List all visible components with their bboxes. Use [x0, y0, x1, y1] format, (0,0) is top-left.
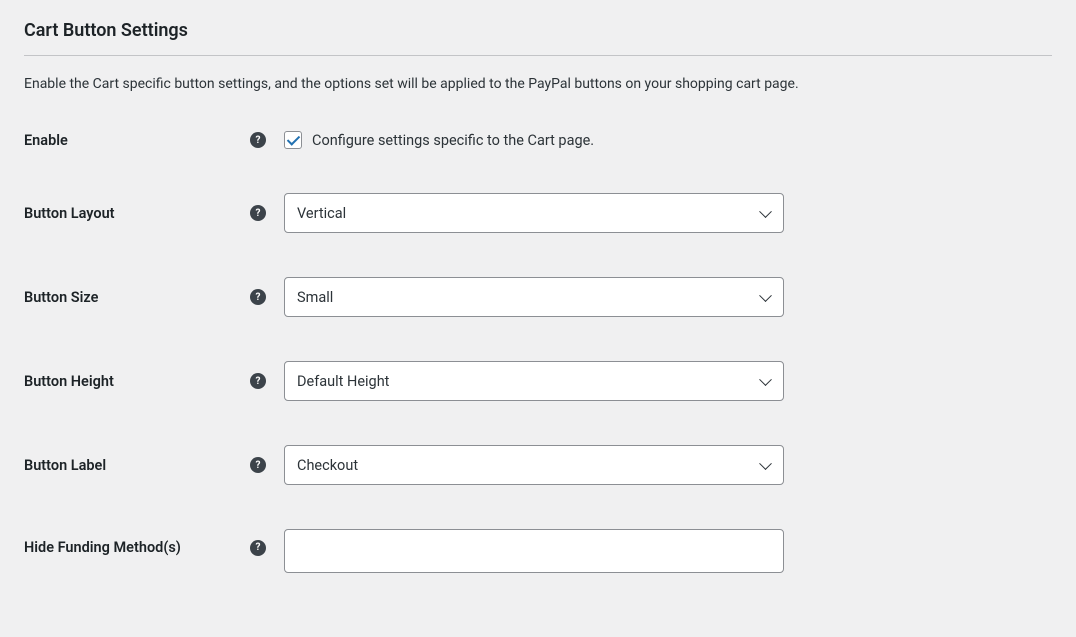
button-label-select[interactable]: Checkout	[284, 445, 784, 485]
label-text: Button Height	[24, 373, 114, 390]
field-control: Checkout	[284, 445, 784, 485]
section-title: Cart Button Settings	[24, 20, 1052, 56]
field-enable: Enable ? Configure settings specific to …	[24, 131, 1052, 149]
field-label-hide-funding: Hide Funding Method(s) ?	[24, 529, 284, 556]
hide-funding-input[interactable]	[284, 529, 784, 573]
button-size-select[interactable]: Small	[284, 277, 784, 317]
label-text: Button Layout	[24, 205, 115, 222]
help-icon[interactable]: ?	[250, 540, 266, 556]
section-description: Enable the Cart specific button settings…	[24, 74, 1052, 95]
field-control: Default Height	[284, 361, 784, 401]
field-button-height: Button Height ? Default Height	[24, 361, 1052, 401]
field-label-button-size: Button Size ?	[24, 289, 284, 306]
field-control: Vertical	[284, 193, 784, 233]
select-wrap: Vertical	[284, 193, 784, 233]
help-icon[interactable]: ?	[250, 457, 266, 473]
select-wrap: Default Height	[284, 361, 784, 401]
enable-checkbox-label: Configure settings specific to the Cart …	[312, 132, 594, 149]
help-icon[interactable]: ?	[250, 132, 266, 148]
help-icon[interactable]: ?	[250, 205, 266, 221]
field-control: Configure settings specific to the Cart …	[284, 131, 784, 149]
cart-button-settings-section: Cart Button Settings Enable the Cart spe…	[0, 0, 1076, 637]
field-button-layout: Button Layout ? Vertical	[24, 193, 1052, 233]
field-label-enable: Enable ?	[24, 132, 284, 149]
field-hide-funding: Hide Funding Method(s) ?	[24, 529, 1052, 573]
field-button-size: Button Size ? Small	[24, 277, 1052, 317]
field-control	[284, 529, 784, 573]
field-control: Small	[284, 277, 784, 317]
button-height-select[interactable]: Default Height	[284, 361, 784, 401]
select-wrap: Checkout	[284, 445, 784, 485]
field-label-button-layout: Button Layout ?	[24, 205, 284, 222]
enable-checkbox-wrap[interactable]: Configure settings specific to the Cart …	[284, 131, 594, 149]
button-layout-select[interactable]: Vertical	[284, 193, 784, 233]
enable-checkbox[interactable]	[284, 131, 302, 149]
select-wrap: Small	[284, 277, 784, 317]
help-icon[interactable]: ?	[250, 289, 266, 305]
label-text: Button Label	[24, 457, 106, 474]
field-button-label: Button Label ? Checkout	[24, 445, 1052, 485]
label-text: Hide Funding Method(s)	[24, 539, 181, 556]
field-label-button-label: Button Label ?	[24, 457, 284, 474]
field-label-button-height: Button Height ?	[24, 373, 284, 390]
label-text: Enable	[24, 132, 68, 149]
help-icon[interactable]: ?	[250, 373, 266, 389]
label-text: Button Size	[24, 289, 98, 306]
